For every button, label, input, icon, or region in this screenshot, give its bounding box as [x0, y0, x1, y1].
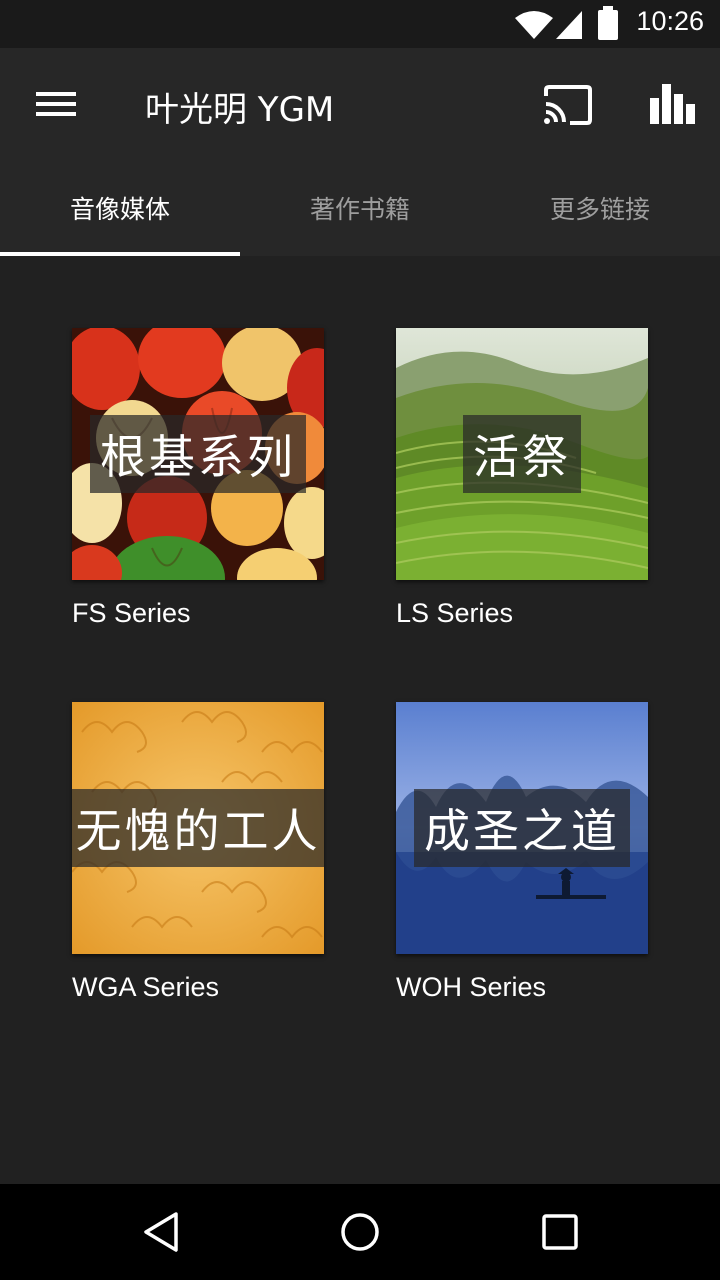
tab-more-links[interactable]: 更多链接 [480, 160, 720, 256]
series-thumbnail-woh[interactable]: 成圣之道 [396, 702, 648, 954]
series-caption[interactable]: WOH Series [396, 972, 546, 1003]
series-caption[interactable]: LS Series [396, 598, 513, 629]
tab-books[interactable]: 著作书籍 [240, 160, 480, 256]
series-overlay-title: 活祭 [463, 415, 581, 493]
status-bar: 10:26 [0, 0, 720, 48]
battery-icon [598, 6, 618, 40]
tab-media[interactable]: 音像媒体 [0, 160, 240, 256]
recents-icon[interactable] [540, 1212, 580, 1252]
series-overlay-title: 无愧的工人 [72, 789, 324, 867]
series-overlay-title: 成圣之道 [414, 789, 630, 867]
app-bar: 叶光明 YGM [0, 48, 720, 160]
series-caption[interactable]: FS Series [72, 598, 191, 629]
series-caption[interactable]: WGA Series [72, 972, 219, 1003]
tab-bar: 音像媒体 著作书籍 更多链接 [0, 160, 720, 256]
series-thumbnail-wga[interactable]: 无愧的工人 [72, 702, 324, 954]
series-overlay-title: 根基系列 [90, 415, 306, 493]
navigation-bar [0, 1184, 720, 1280]
app-title: 叶光明 YGM [145, 90, 335, 130]
home-icon[interactable] [338, 1210, 382, 1254]
back-icon[interactable] [140, 1210, 184, 1254]
series-thumbnail-ls[interactable]: 活祭 [396, 328, 648, 580]
cast-icon[interactable] [542, 84, 594, 126]
menu-icon[interactable] [34, 88, 78, 120]
series-thumbnail-fs[interactable]: 根基系列 [72, 328, 324, 580]
cell-signal-icon [556, 11, 582, 39]
status-time: 10:26 [636, 6, 704, 36]
wifi-icon [515, 11, 553, 39]
equalizer-icon[interactable] [648, 82, 696, 126]
series-grid: 根基系列 FS Series 活祭 LS Series 无愧的工人 WGA Se… [0, 256, 720, 1184]
